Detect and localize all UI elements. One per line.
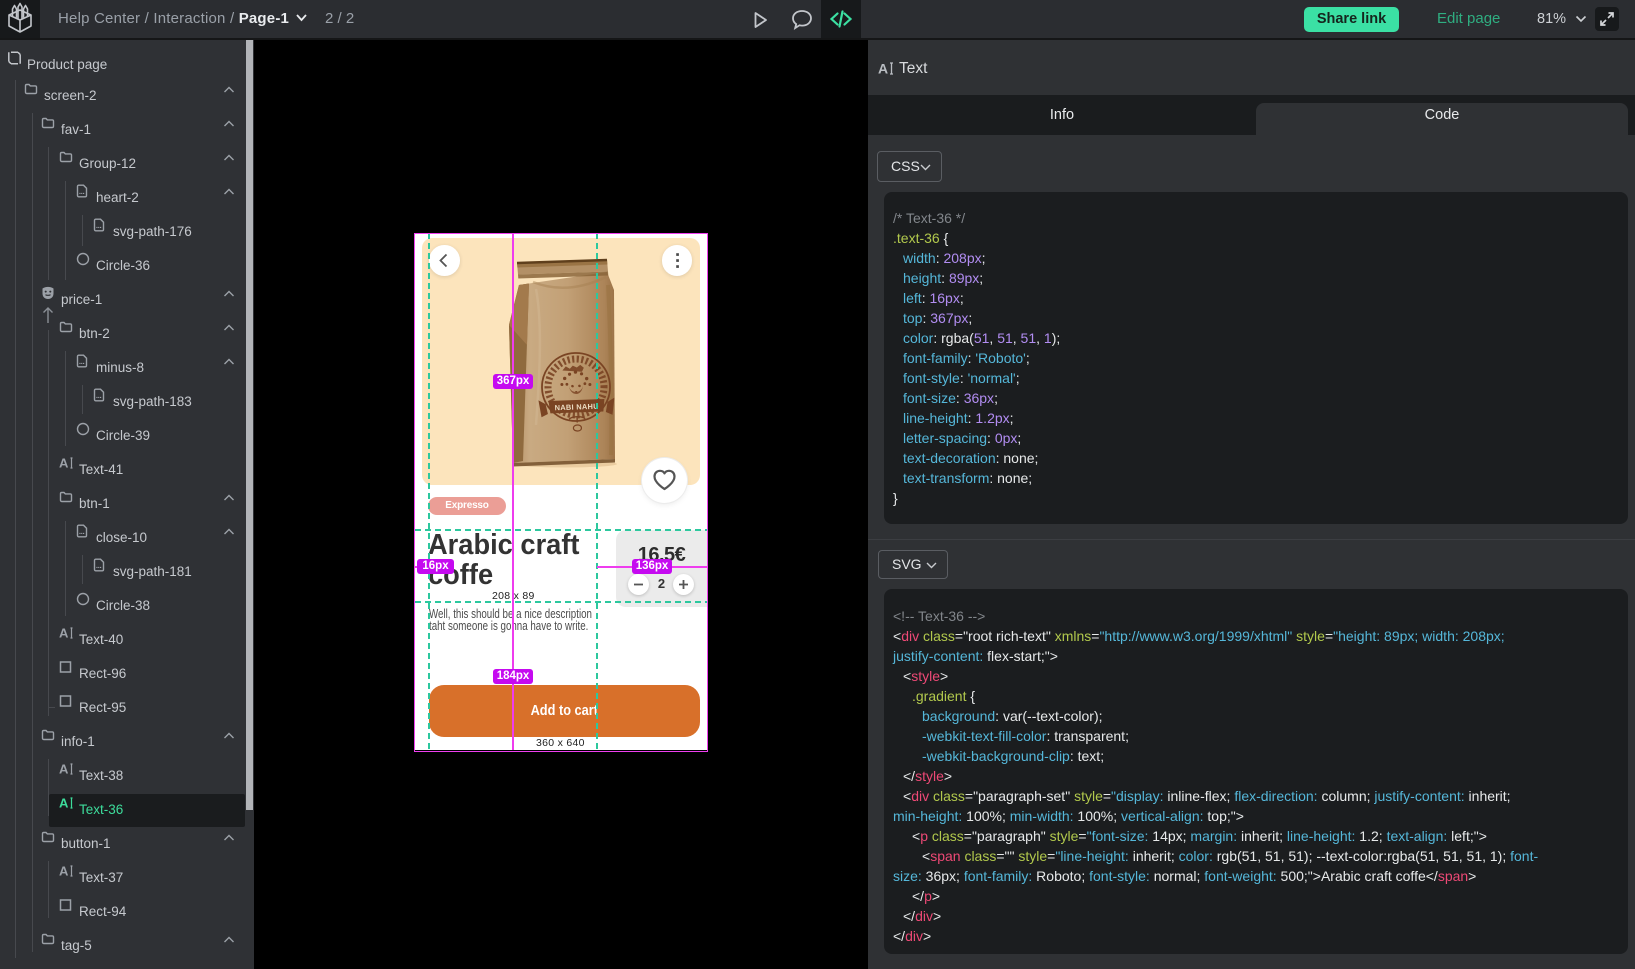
svg-text:A: A [59,864,69,878]
svg-text:A: A [59,456,69,470]
svg-text:A: A [878,61,888,76]
svg-text:A: A [59,626,69,640]
svg-text:A: A [59,796,69,810]
svg-text:A: A [59,762,69,776]
